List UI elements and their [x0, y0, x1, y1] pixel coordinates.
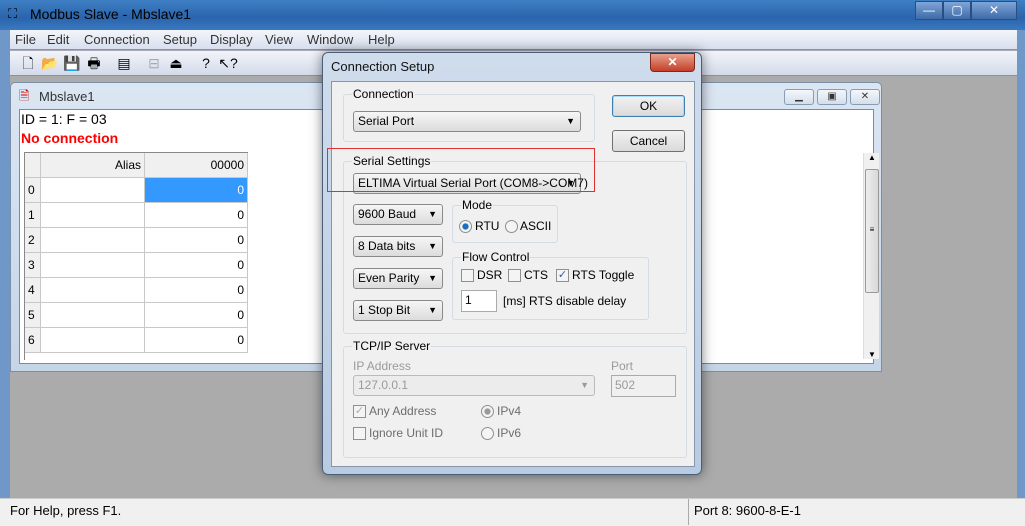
connection-status: No connection	[21, 130, 119, 146]
app-title: Modbus Slave - Mbslave1	[30, 6, 192, 22]
status-bar: For Help, press F1. Port 8: 9600-8-E-1	[0, 498, 1025, 526]
cell-value[interactable]: 0	[145, 228, 248, 253]
menu-display[interactable]: Display	[210, 32, 253, 47]
ascii-radio[interactable]	[505, 220, 518, 233]
tcp-port-input[interactable]: 502	[611, 375, 676, 397]
connection-type-select[interactable]: Serial Port ▼	[353, 111, 581, 132]
chevron-down-icon: ▼	[566, 116, 575, 126]
print-icon[interactable]: 🖶	[84, 54, 104, 72]
status-help: For Help, press F1.	[10, 503, 122, 518]
context-help-icon[interactable]: ↖?	[218, 54, 238, 72]
menu-window[interactable]: Window	[307, 32, 353, 47]
ignore-unit-id-checkbox[interactable]	[353, 427, 366, 440]
child-restore-button[interactable]: ▣	[817, 89, 847, 105]
ipv4-radio[interactable]	[481, 405, 494, 418]
cell-alias	[41, 178, 145, 203]
dsr-checkbox[interactable]	[461, 269, 474, 282]
scroll-up-icon[interactable]: ▲	[864, 153, 880, 162]
cell-alias	[41, 303, 145, 328]
scroll-down-icon[interactable]: ▼	[864, 350, 880, 359]
ip-address-select[interactable]: 127.0.0.1 ▼	[353, 375, 595, 396]
rts-toggle-checkbox[interactable]: ✓	[556, 269, 569, 282]
row-header: 3	[25, 253, 41, 278]
connection-setup-dialog: Connection Setup ✕ Connection Serial Por…	[322, 52, 702, 475]
scroll-thumb[interactable]: ≡	[865, 169, 879, 293]
help-icon[interactable]: ?	[196, 54, 216, 72]
cell-alias	[41, 203, 145, 228]
cell-alias	[41, 228, 145, 253]
rtu-radio[interactable]	[459, 220, 472, 233]
row-header: 6	[25, 328, 41, 353]
cell-value[interactable]: 0	[145, 178, 248, 203]
mode-group: Mode RTU ASCII	[452, 198, 558, 243]
new-icon[interactable]: 🗋	[18, 54, 38, 72]
ipv6-radio[interactable]	[481, 427, 494, 440]
any-address-checkbox[interactable]: ✓	[353, 405, 366, 418]
row-header: 1	[25, 203, 41, 228]
open-icon[interactable]: 📂	[40, 54, 60, 72]
child-minimize-button[interactable]: ▁	[784, 89, 814, 105]
data-bits-select[interactable]: 8 Data bits ▼	[353, 236, 443, 257]
baud-select[interactable]: 9600 Baud ▼	[353, 204, 443, 225]
vertical-scrollbar[interactable]: ▲ ≡ ▼	[863, 153, 879, 359]
cell-alias	[41, 253, 145, 278]
menu-help[interactable]: Help	[368, 32, 395, 47]
highlight-annotation	[327, 148, 595, 192]
disconnect-icon[interactable]: ⏏	[166, 54, 186, 72]
maximize-button[interactable]: ▢	[943, 1, 971, 20]
cell-value[interactable]: 0	[145, 253, 248, 278]
status-port: Port 8: 9600-8-E-1	[694, 503, 801, 518]
cell-alias	[41, 278, 145, 303]
app-title-bar: ⛶ Modbus Slave - Mbslave1 — ▢ ✕	[0, 0, 1025, 30]
menu-setup[interactable]: Setup	[163, 32, 197, 47]
cell-value[interactable]: 0	[145, 203, 248, 228]
save-icon[interactable]: 💾	[62, 54, 82, 72]
rts-delay-input[interactable]: 1	[461, 290, 497, 312]
menu-edit[interactable]: Edit	[47, 32, 69, 47]
window-icon[interactable]: ▤	[114, 54, 134, 72]
connect-icon[interactable]: ⊟	[144, 54, 164, 72]
flow-control-group: Flow Control DSR CTS ✓ RTS Toggle 1 [ms]…	[452, 250, 649, 320]
dialog-close-button[interactable]: ✕	[650, 53, 695, 72]
menu-view[interactable]: View	[265, 32, 293, 47]
cell-value[interactable]: 0	[145, 303, 248, 328]
child-title: Mbslave1	[39, 89, 95, 104]
id-line: ID = 1: F = 03	[21, 111, 107, 127]
row-header: 0	[25, 178, 41, 203]
column-header-00000: 00000	[145, 153, 248, 178]
child-close-button[interactable]: ✕	[850, 89, 880, 105]
app-icon: ⛶	[8, 6, 18, 21]
grid-corner	[25, 153, 41, 178]
menu-connection[interactable]: Connection	[84, 32, 150, 47]
row-header: 2	[25, 228, 41, 253]
cell-value[interactable]: 0	[145, 278, 248, 303]
menu-bar: File Edit Connection Setup Display View Window…	[10, 30, 1017, 49]
cancel-button[interactable]: Cancel	[612, 130, 685, 152]
tcpip-server-group: TCP/IP Server IP Address 127.0.0.1 ▼ Port…	[343, 339, 687, 458]
cell-alias	[41, 328, 145, 353]
dialog-title: Connection Setup	[331, 59, 435, 74]
stop-bits-select[interactable]: 1 Stop Bit ▼	[353, 300, 443, 321]
register-grid: Alias 00000 0 0 1 0 2 0 3 0 4 0 5 0 6 0	[24, 152, 248, 360]
minimize-button[interactable]: —	[915, 1, 943, 20]
cell-value[interactable]: 0	[145, 328, 248, 353]
document-icon: 🗎	[19, 88, 30, 103]
close-button[interactable]: ✕	[971, 1, 1017, 20]
column-header-alias: Alias	[41, 153, 145, 178]
dialog-client: Connection Serial Port ▼ OK Cancel Serial…	[331, 81, 695, 467]
menu-file[interactable]: File	[15, 32, 36, 47]
cts-checkbox[interactable]	[508, 269, 521, 282]
row-header: 5	[25, 303, 41, 328]
ok-button[interactable]: OK	[612, 95, 685, 117]
row-header: 4	[25, 278, 41, 303]
parity-select[interactable]: Even Parity ▼	[353, 268, 443, 289]
connection-label: Connection	[352, 87, 415, 101]
connection-group: Connection Serial Port ▼	[343, 87, 595, 142]
